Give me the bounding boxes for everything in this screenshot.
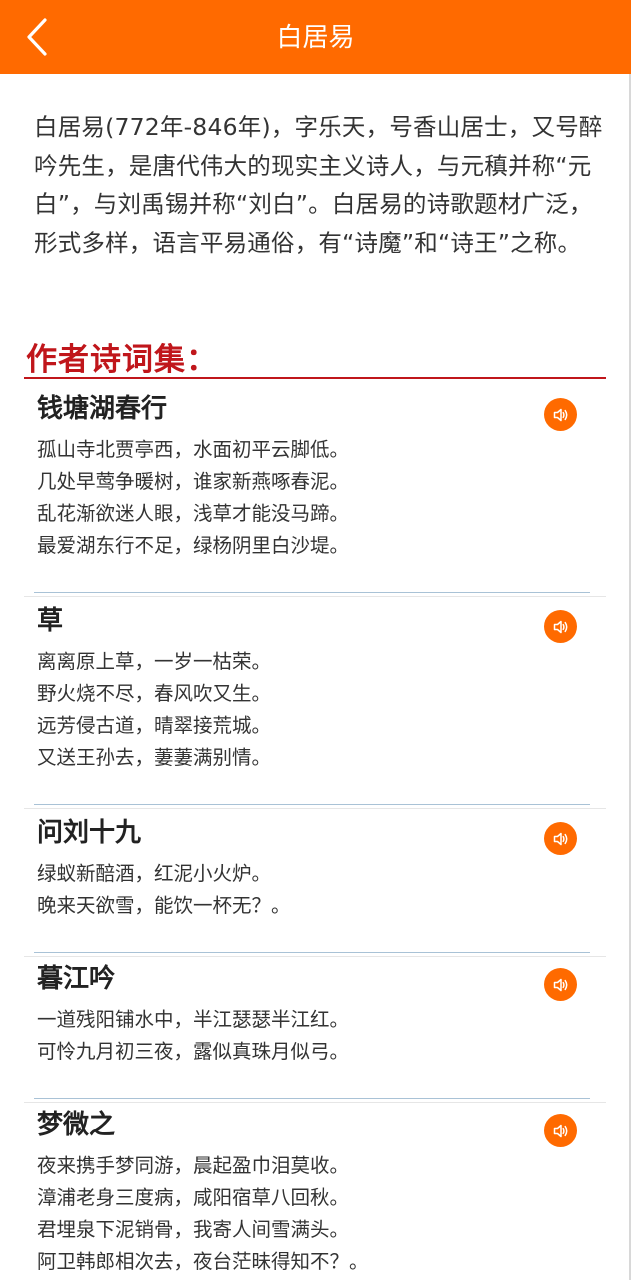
author-intro: 白居易(772年-846年)，字乐天，号香山居士，又号醉吟先生，是唐代伟大的现实… <box>34 113 603 257</box>
page-title: 白居易 <box>276 23 355 53</box>
poem-divider-shadow <box>24 956 606 957</box>
poem-line: 乱花渐欲迷人眼，浅草才能没马蹄。 <box>37 502 350 525</box>
poem-line: 绿蚁新醅酒，红泥小火炉。 <box>37 862 272 885</box>
play-audio-button[interactable] <box>544 822 577 855</box>
poem-title: 梦微之 <box>37 1110 116 1140</box>
poem-title: 钱塘湖春行 <box>37 394 168 424</box>
poem-divider <box>34 1098 590 1099</box>
play-audio-button[interactable] <box>544 610 577 643</box>
poem-line: 夜来携手梦同游，晨起盈巾泪莫收。 <box>37 1154 350 1177</box>
poem-line: 又送王孙去，萋萋满别情。 <box>37 746 272 769</box>
poem-divider-shadow <box>24 808 606 809</box>
poem-line: 野火烧不尽，春风吹又生。 <box>37 682 272 705</box>
play-audio-button[interactable] <box>544 1114 577 1147</box>
poem-lines: 夜来携手梦同游，晨起盈巾泪莫收。 漳浦老身三度病，咸阳宿草八回秋。 君埋泉下泥销骨，… <box>37 1150 369 1278</box>
poem-divider <box>34 804 590 805</box>
poem-line: 可怜九月初三夜，露似真珠月似弓。 <box>37 1040 350 1063</box>
section-divider <box>24 377 606 379</box>
poem-lines: 绿蚁新醅酒，红泥小火炉。 晚来天欲雪，能饮一杯无？。 <box>37 858 291 922</box>
poem-lines: 离离原上草，一岁一枯荣。 野火烧不尽，春风吹又生。 远芳侵古道，晴翠接荒城。 又送王孙… <box>37 646 271 774</box>
poem-line: 最爱湖东行不足，绿杨阴里白沙堤。 <box>37 534 350 557</box>
poem-divider <box>34 952 590 953</box>
poem-line: 离离原上草，一岁一枯荣。 <box>37 650 272 673</box>
poem-line: 孤山寺北贾亭西，水面初平云脚低。 <box>37 438 350 461</box>
poem-lines: 一道残阳铺水中，半江瑟瑟半江红。 可怜九月初三夜，露似真珠月似弓。 <box>37 1004 349 1068</box>
poem-title: 问刘十九 <box>37 818 142 848</box>
top-bar: 白居易 <box>0 0 631 74</box>
poem-lines: 孤山寺北贾亭西，水面初平云脚低。 几处早莺争暖树，谁家新燕啄春泥。 乱花渐欲迷人眼，… <box>37 434 349 562</box>
section-title: 作者诗词集： <box>26 342 218 378</box>
poem-line: 漳浦老身三度病，咸阳宿草八回秋。 <box>37 1186 350 1209</box>
poem-line: 君埋泉下泥销骨，我寄人间雪满头。 <box>37 1218 350 1241</box>
poem-title: 暮江吟 <box>37 964 116 994</box>
poem-line: 晚来天欲雪，能饮一杯无？。 <box>37 894 291 917</box>
speaker-icon <box>552 406 570 424</box>
poem-divider-shadow <box>24 596 606 597</box>
poem-line: 远芳侵古道，晴翠接荒城。 <box>37 714 272 737</box>
speaker-icon <box>552 618 570 636</box>
poem-title: 草 <box>37 606 64 636</box>
poem-divider-shadow <box>24 1102 606 1103</box>
speaker-icon <box>552 1122 570 1140</box>
poem-divider <box>34 592 590 593</box>
speaker-icon <box>552 830 570 848</box>
poem-line: 几处早莺争暖树，谁家新燕啄春泥。 <box>37 470 350 493</box>
poem-line: 阿卫韩郎相次去，夜台茫昧得知不？。 <box>37 1250 369 1273</box>
play-audio-button[interactable] <box>544 398 577 431</box>
speaker-icon <box>552 976 570 994</box>
play-audio-button[interactable] <box>544 968 577 1001</box>
poem-line: 一道残阳铺水中，半江瑟瑟半江红。 <box>37 1008 350 1031</box>
